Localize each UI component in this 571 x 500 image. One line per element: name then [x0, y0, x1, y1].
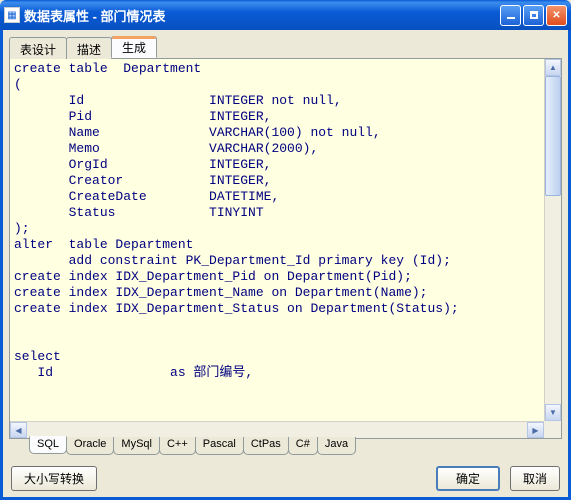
- code-text[interactable]: create table Department ( Id INTEGER not…: [10, 59, 561, 383]
- vertical-scrollbar[interactable]: ▲ ▼: [544, 59, 561, 421]
- scroll-thumb[interactable]: [545, 76, 561, 196]
- bottom-tab-csharp[interactable]: C#: [288, 437, 318, 455]
- code-area: create table Department ( Id INTEGER not…: [10, 59, 561, 438]
- tab-table-design[interactable]: 表设计: [9, 37, 67, 59]
- button-row: 大小写转换 确定 取消: [9, 466, 562, 491]
- code-panel: create table Department ( Id INTEGER not…: [9, 58, 562, 439]
- bottom-tabs: SQL Oracle MySql C++ Pascal CtPas C# Jav…: [9, 438, 562, 456]
- tab-description[interactable]: 描述: [66, 37, 112, 59]
- cancel-button[interactable]: 取消: [510, 466, 560, 491]
- ok-button[interactable]: 确定: [436, 466, 500, 491]
- scroll-right-button[interactable]: ▶: [527, 422, 544, 438]
- horizontal-scrollbar[interactable]: ◀ ▶: [10, 421, 544, 438]
- bottom-tab-mysql[interactable]: MySql: [113, 437, 160, 455]
- minimize-icon: [507, 17, 515, 19]
- bottom-tab-cpp[interactable]: C++: [159, 437, 196, 455]
- bottom-tab-sql[interactable]: SQL: [29, 436, 67, 454]
- scroll-left-button[interactable]: ◀: [10, 422, 27, 438]
- window-body: 表设计 描述 生成 create table Department ( Id I…: [0, 30, 571, 500]
- case-convert-button[interactable]: 大小写转换: [11, 466, 97, 491]
- close-icon: [552, 9, 560, 21]
- bottom-tab-ctpas[interactable]: CtPas: [243, 437, 289, 455]
- tab-generate[interactable]: 生成: [111, 36, 157, 58]
- app-icon: ▦: [4, 7, 20, 23]
- bottom-tab-pascal[interactable]: Pascal: [195, 437, 244, 455]
- maximize-button[interactable]: [523, 5, 544, 26]
- scroll-up-button[interactable]: ▲: [545, 59, 561, 76]
- window-title: 数据表属性 - 部门情况表: [24, 6, 500, 25]
- scroll-corner: [544, 421, 561, 438]
- titlebar: ▦ 数据表属性 - 部门情况表: [0, 0, 571, 30]
- bottom-tab-java[interactable]: Java: [317, 437, 356, 455]
- top-tabs: 表设计 描述 生成: [9, 36, 562, 58]
- maximize-icon: [530, 11, 538, 19]
- close-button[interactable]: [546, 5, 567, 26]
- minimize-button[interactable]: [500, 5, 521, 26]
- bottom-tab-oracle[interactable]: Oracle: [66, 437, 114, 455]
- scroll-down-button[interactable]: ▼: [545, 404, 561, 421]
